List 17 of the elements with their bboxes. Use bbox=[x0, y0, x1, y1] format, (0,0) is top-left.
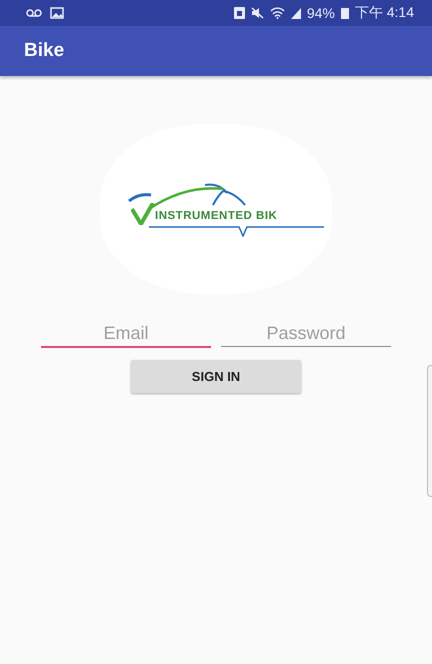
sim-icon bbox=[234, 7, 245, 19]
image-icon bbox=[50, 7, 64, 19]
battery-percent: 94% bbox=[306, 5, 335, 21]
input-field[interactable]: Password bbox=[221, 320, 391, 347]
app-title: Bike bbox=[24, 40, 64, 62]
clock: 下午 4:14 bbox=[354, 4, 414, 22]
input-field[interactable]: Email bbox=[41, 320, 211, 348]
logo-text: INSTRUMENTED BIK bbox=[155, 210, 278, 222]
pulse-line-icon bbox=[149, 225, 324, 237]
edge-panel-handle[interactable] bbox=[427, 365, 432, 497]
wifi-icon bbox=[270, 7, 285, 19]
mute-icon bbox=[250, 7, 264, 19]
signal-icon bbox=[290, 8, 301, 18]
voicemail-icon bbox=[26, 9, 42, 17]
battery-icon bbox=[340, 7, 349, 19]
check-icon bbox=[131, 203, 155, 225]
sign-in-button[interactable]: SIGN IN bbox=[131, 360, 301, 393]
